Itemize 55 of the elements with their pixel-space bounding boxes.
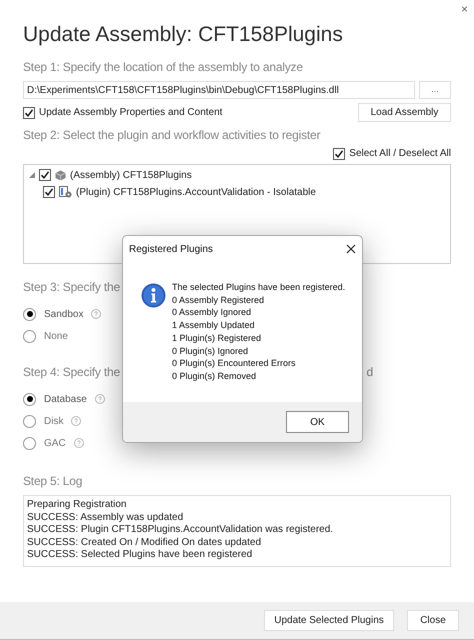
checkbox[interactable] bbox=[39, 169, 51, 181]
step-heading: Step 1: Specify the location of the assembly to analyze bbox=[23, 59, 304, 75]
close-icon[interactable] bbox=[346, 244, 356, 254]
radio-label: Database bbox=[44, 392, 87, 406]
message-line: 0 Plugin(s) Removed bbox=[172, 370, 258, 383]
radio-label: None bbox=[44, 330, 68, 344]
expander-icon[interactable] bbox=[29, 172, 35, 178]
log-line: SUCCESS: Selected Plugins have been registered bbox=[27, 549, 254, 562]
radio-button[interactable] bbox=[23, 308, 36, 320]
tree-item-label[interactable]: (Plugin) CFT158Plugins.AccountValidation - Isolatable bbox=[76, 184, 316, 200]
message-line: 1 Plugin(s) Registered bbox=[172, 332, 262, 345]
log-line: SUCCESS: Created On / Modified On dates updated bbox=[27, 536, 262, 549]
radio-label: GAC bbox=[44, 436, 66, 450]
load-assembly-button[interactable]: Load Assembly bbox=[358, 103, 451, 122]
step-heading: Step 5: Log bbox=[23, 473, 84, 489]
cube-icon bbox=[55, 170, 66, 180]
message-line: 0 Assembly Ignored bbox=[172, 306, 252, 320]
step-heading: Step 2: Select the plugin and workflow activities to register bbox=[23, 127, 322, 143]
info-icon bbox=[141, 283, 166, 308]
checkbox-label: Update Assembly Properties and Content bbox=[39, 106, 222, 120]
radio-button[interactable] bbox=[23, 330, 36, 342]
message-line: 0 Plugin(s) Ignored bbox=[172, 344, 250, 358]
path-field[interactable]: D:\Experiments\CFT158\CFT158Plugins\bin\Debug\CFT158Plugins.dll bbox=[23, 81, 415, 99]
log-line: SUCCESS: Assembly was updated bbox=[27, 512, 184, 524]
log-line: SUCCESS: Plugin CFT158Plugins.AccountValidation was registered. bbox=[27, 524, 334, 536]
help-icon bbox=[94, 394, 105, 404]
plugin-gear-icon bbox=[59, 186, 72, 198]
checkbox[interactable] bbox=[43, 186, 55, 198]
message-line: 1 Assembly Updated bbox=[172, 319, 256, 332]
step-heading: Step 3: Specify the bbox=[23, 279, 120, 295]
message-line: 0 Assembly Registered bbox=[172, 294, 266, 306]
footer-button[interactable]: Close bbox=[407, 610, 459, 631]
message-line: The selected Plugins have been registered. bbox=[172, 281, 346, 294]
log-line: Preparing Registration bbox=[27, 499, 128, 512]
checkbox[interactable] bbox=[333, 148, 346, 160]
radio-label: Sandbox bbox=[44, 308, 84, 322]
radio-button[interactable] bbox=[23, 392, 36, 406]
message-line: 0 Plugin(s) Encountered Errors bbox=[172, 357, 297, 370]
tree-item-label[interactable]: (Assembly) CFT158Plugins bbox=[70, 168, 192, 182]
checkbox-label: Select All / Deselect All bbox=[349, 147, 451, 161]
help-icon bbox=[74, 438, 84, 448]
footer-button[interactable]: Update Selected Plugins bbox=[264, 610, 394, 631]
help-icon bbox=[71, 416, 82, 426]
checkbox[interactable] bbox=[23, 106, 35, 118]
step-heading: Step 4: Specify the bbox=[23, 364, 120, 380]
ok-button[interactable]: OK bbox=[286, 411, 349, 433]
step-heading: d bbox=[366, 364, 373, 380]
radio-label: Disk bbox=[44, 414, 64, 428]
close-icon[interactable]: × bbox=[460, 2, 468, 16]
radio-button[interactable] bbox=[23, 436, 36, 450]
radio-button[interactable] bbox=[23, 414, 36, 428]
help-icon bbox=[91, 309, 102, 319]
window-title: Update Assembly: CFT158Plugins bbox=[23, 22, 344, 48]
dialog-title: Registered Plugins bbox=[129, 242, 213, 256]
browse-button[interactable]: ... bbox=[419, 81, 451, 99]
